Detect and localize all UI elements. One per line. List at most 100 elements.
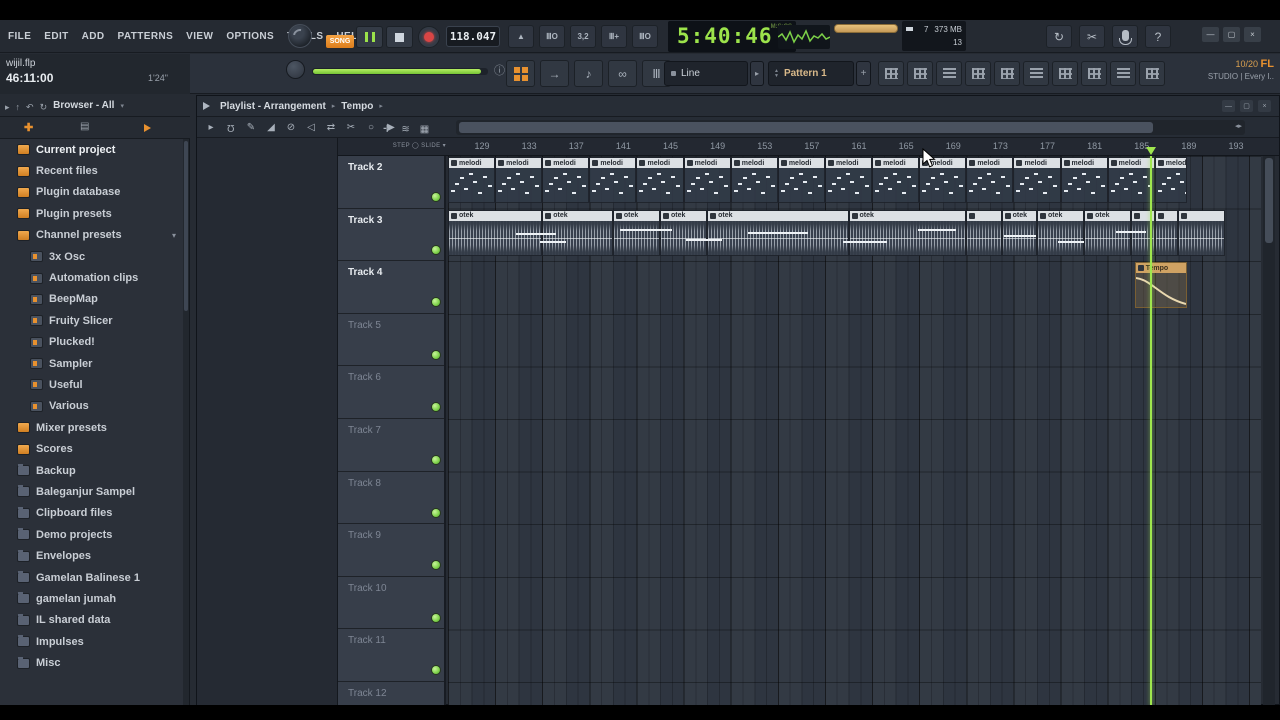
browser-item-useful[interactable]: Useful <box>0 374 184 395</box>
channel-rack-toggle-button[interactable] <box>936 61 962 86</box>
track-mute-led[interactable] <box>432 666 440 675</box>
track-mute-led[interactable] <box>432 245 440 254</box>
track-lane-track-7[interactable] <box>448 419 1261 472</box>
mic-icon[interactable] <box>1112 25 1138 48</box>
browser-item-clipboard-files[interactable]: Clipboard files <box>0 503 184 524</box>
melodi-clip[interactable]: melodi <box>542 157 590 203</box>
playlist-toggle-button[interactable] <box>878 61 904 86</box>
track-mute-led[interactable] <box>432 350 440 359</box>
slip-icon[interactable]: ⇄ <box>323 119 339 136</box>
track-mute-led[interactable] <box>432 456 440 464</box>
track-lane-track-8[interactable] <box>448 472 1261 525</box>
stop-button[interactable] <box>386 26 413 48</box>
browser-item-plugin-database[interactable]: Plugin database <box>0 182 184 203</box>
browser-item-mixer-presets[interactable]: Mixer presets <box>0 417 184 438</box>
browser-item-backup[interactable]: Backup <box>0 460 184 481</box>
magnet-icon[interactable]: Ω <box>223 119 239 136</box>
files-icon[interactable]: ▤ <box>80 121 89 132</box>
snap-chevron-button[interactable]: ▸ <box>750 61 764 86</box>
refresh-icon[interactable]: ↻ <box>40 97 48 115</box>
paint-icon[interactable]: ◢ <box>263 119 279 136</box>
master-slider[interactable] <box>312 68 488 75</box>
browser-item-envelopes[interactable]: Envelopes <box>0 545 184 566</box>
melodi-clip[interactable]: melodi <box>589 157 637 203</box>
track-lane-track-12[interactable] <box>448 682 1261 705</box>
track-lane-track-4[interactable]: Tempo <box>448 261 1261 314</box>
track-header-track-5[interactable]: Track 5 <box>338 313 444 367</box>
browser-title[interactable]: Browser - All <box>53 100 114 111</box>
browser-toggle-button[interactable] <box>994 61 1020 86</box>
mute-icon[interactable]: ◁ <box>303 119 319 136</box>
audio-clip[interactable] <box>1178 209 1226 256</box>
track-mute-led[interactable] <box>432 613 440 622</box>
track-header-track-12[interactable]: Track 12 <box>338 682 444 705</box>
track-header-track-9[interactable]: Track 9 <box>338 524 444 577</box>
browser-item-gamelan-balinese-1[interactable]: Gamelan Balinese 1 <box>0 567 184 588</box>
browser-item-fruity-slicer[interactable]: Fruity Slicer <box>0 310 184 331</box>
track-header-track-4[interactable]: Track 4 <box>338 261 444 314</box>
melodi-clip[interactable]: melodi <box>777 157 825 203</box>
browser-item-sampler[interactable]: Sampler <box>0 353 184 374</box>
playlist-titlebar[interactable]: Playlist - Arrangement ▸ Tempo ▸ — ▢ × <box>197 96 1279 117</box>
project-info-button[interactable] <box>1081 61 1107 86</box>
track-lane-track-5[interactable] <box>448 314 1261 367</box>
track-header-track-8[interactable]: Track 8 <box>338 471 444 525</box>
scissors-icon[interactable]: ✂ <box>1079 25 1105 48</box>
melodi-clip[interactable]: melodi <box>1013 157 1061 203</box>
overdub-icon[interactable]: Ⅲ+ <box>601 25 627 48</box>
oscilloscope-panel[interactable] <box>777 25 831 49</box>
channel-rack-button[interactable] <box>506 60 535 87</box>
chevron-down-icon[interactable]: ▾ <box>172 231 176 240</box>
melodi-clip[interactable]: melodi <box>1107 157 1155 203</box>
track-lane-track-11[interactable] <box>448 629 1261 682</box>
link-button[interactable]: ∞ <box>608 60 637 87</box>
wave-view-icon[interactable]: ≋ <box>401 119 409 137</box>
play-icon[interactable]: ▸ <box>5 97 10 115</box>
pattern-stepper-icon[interactable]: ▲ ▼ <box>774 68 779 79</box>
browser-item-plugin-presets[interactable]: Plugin presets <box>0 203 184 224</box>
track-header-track-7[interactable]: Track 7 <box>338 419 444 472</box>
horizontal-scrollbar[interactable]: ◂▸ <box>456 120 1245 135</box>
delete-icon[interactable]: ⊘ <box>283 119 299 136</box>
track-mute-led[interactable] <box>432 193 440 201</box>
vertical-scrollbar-thumb[interactable] <box>1265 158 1273 243</box>
maximize-button[interactable]: ▢ <box>1240 100 1253 112</box>
track-header-track-6[interactable]: Track 6 <box>338 366 444 419</box>
close-button[interactable]: × <box>1244 27 1261 42</box>
wait-for-input-icon[interactable]: ⅢO <box>539 25 565 48</box>
touch-controller-button[interactable] <box>1052 61 1078 86</box>
browser-item-various[interactable]: Various <box>0 396 184 417</box>
melodi-clip[interactable]: melodi <box>966 157 1014 203</box>
track-lane-track-3[interactable]: otek otek otek otek otek otek otek otek otek <box>448 209 1261 262</box>
audio-clip[interactable] <box>966 209 1002 256</box>
fl-logo-icon[interactable] <box>288 24 312 48</box>
piano-roll-toggle-button[interactable] <box>907 61 933 86</box>
melodi-clip[interactable]: melodi <box>872 157 920 203</box>
track-mute-led[interactable] <box>432 403 440 412</box>
pattern-selector[interactable]: ▲ ▼ Pattern 1 <box>768 61 854 86</box>
browser-item-recent-files[interactable]: Recent files <box>0 160 184 181</box>
add-icon[interactable]: ✚ <box>24 121 33 134</box>
volume-knob[interactable] <box>286 60 305 79</box>
countdown-icon[interactable]: 3,2 <box>570 25 596 48</box>
menu-options[interactable]: OPTIONS <box>226 31 274 42</box>
playlist-button[interactable]: → <box>540 60 569 87</box>
scrollbar-arrows[interactable]: ◂▸ <box>1235 122 1242 130</box>
tempo-display[interactable]: 118.047 <box>446 26 500 47</box>
up-icon[interactable]: ↑ <box>16 97 21 115</box>
otek-clip[interactable]: otek <box>1037 209 1085 256</box>
track-lane-track-2[interactable]: melodi melodi melodi melodi melodi melodi melo… <box>448 156 1261 209</box>
track-header-track-3[interactable]: Track 3 <box>338 208 444 262</box>
browser-item-misc[interactable]: Misc <box>0 652 184 673</box>
record-button[interactable] <box>418 26 440 48</box>
otek-clip[interactable]: otek <box>660 209 708 256</box>
time-scrub-bar[interactable] <box>834 24 898 33</box>
playhead-marker-icon[interactable] <box>1146 147 1157 155</box>
time-display[interactable]: 5:40:46 M:S:CS <box>668 21 796 52</box>
back-icon[interactable]: ↶ <box>26 97 34 115</box>
track-mute-led[interactable] <box>432 508 440 517</box>
track-header-track-10[interactable]: Track 10 <box>338 576 444 630</box>
track-lane-track-6[interactable] <box>448 366 1261 419</box>
melodi-clip[interactable]: melodi <box>824 157 873 203</box>
track-header-track-11[interactable]: Track 11 <box>338 629 444 682</box>
